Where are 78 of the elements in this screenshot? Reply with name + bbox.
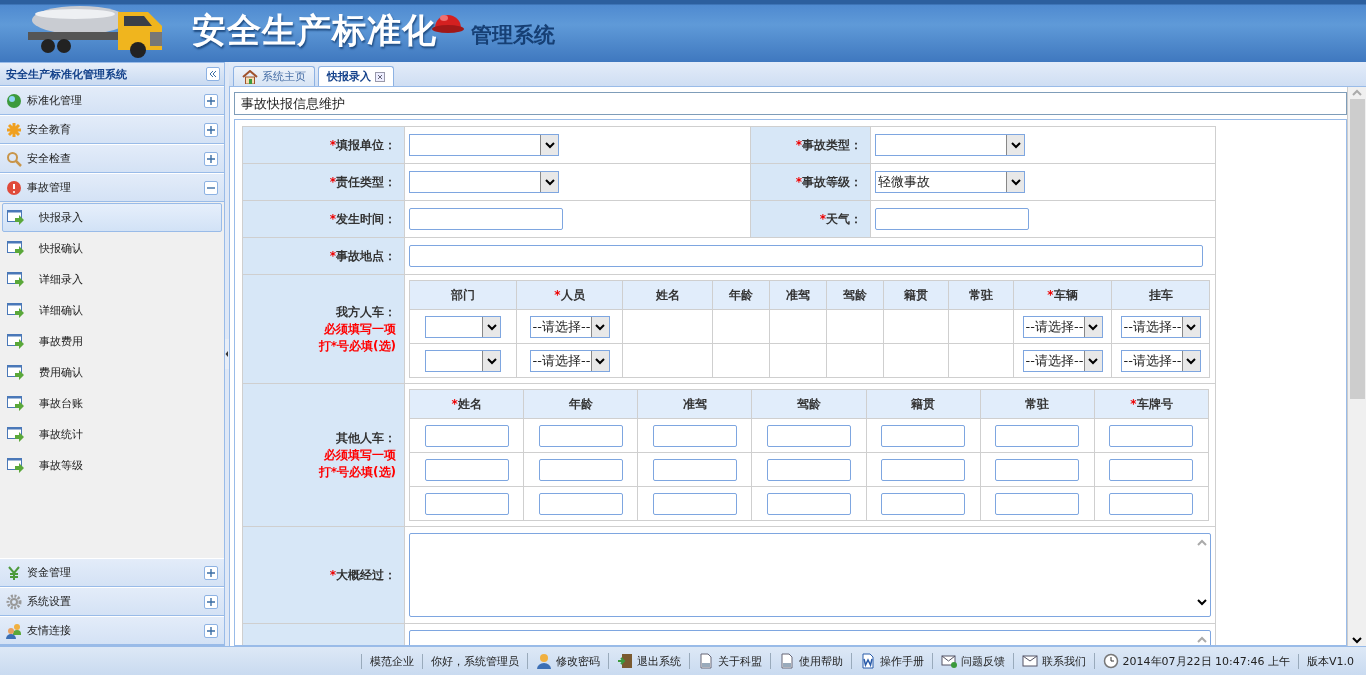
status-text: 问题反馈 (960, 653, 1005, 669)
sidebar-item[interactable]: 快报确认 (2, 234, 222, 263)
dropdown[interactable]: 轻微事故 (875, 171, 1025, 193)
status-text: 退出系统 (636, 653, 681, 669)
app-title: 安全生产标准化 (192, 9, 437, 52)
status-text: 关于科盟 (717, 653, 762, 669)
sidebar-item[interactable]: 事故统计 (2, 420, 222, 449)
column-header: 准驾 (769, 280, 827, 310)
required-note: 必须填写一项 (323, 446, 396, 464)
status-text: 版本V1.0 (1306, 653, 1354, 669)
status-item[interactable]: 联系我们 (1012, 653, 1094, 669)
status-item[interactable]: 使用帮助 (769, 653, 851, 669)
status-text: 修改密码 (555, 653, 600, 669)
field-label: *事故类型： (795, 137, 862, 152)
dropdown[interactable]: --请选择-- (529, 349, 610, 372)
column-header: *车牌号 (1094, 389, 1209, 419)
dropdown[interactable]: --请选择-- (1120, 315, 1201, 338)
column-header: 常驻 (948, 280, 1014, 310)
sidebar-section[interactable]: 标准化管理 (0, 86, 224, 115)
column-header: *车辆 (1013, 280, 1112, 310)
sidebar-item[interactable]: 事故费用 (2, 327, 222, 356)
column-header: 年龄 (523, 389, 638, 419)
column-header: 驾龄 (751, 389, 867, 419)
column-header: 驾龄 (826, 280, 884, 310)
field-label: *责任类型： (329, 174, 396, 189)
field-label: *事故等级： (795, 174, 862, 189)
column-header: 籍贯 (866, 389, 981, 419)
field-label: *发生时间： (329, 211, 396, 226)
column-header: 常驻 (980, 389, 1095, 419)
sidebar-item[interactable]: 快报录入 (2, 203, 222, 232)
dropdown[interactable]: --请选择-- (1022, 315, 1103, 338)
status-item[interactable]: 操作手册 (850, 653, 932, 669)
sidebar-section[interactable]: 安全教育 (0, 115, 224, 144)
sidebar-section[interactable]: 安全检查 (0, 144, 224, 173)
sidebar-section[interactable]: 友情连接 (0, 616, 224, 645)
sidebar-section[interactable]: 事故管理 (0, 173, 224, 202)
sidebar-section[interactable]: 系统设置 (0, 587, 224, 616)
status-text: 联系我们 (1041, 653, 1086, 669)
status-item[interactable]: 问题反馈 (931, 653, 1013, 669)
status-text: 2014年07月22日 10:47:46 上午 (1122, 653, 1290, 669)
dropdown[interactable]: --请选择-- (529, 315, 610, 338)
status-item[interactable]: 关于科盟 (688, 653, 770, 669)
column-header: 准驾 (637, 389, 752, 419)
column-header: 年龄 (712, 280, 770, 310)
tab[interactable]: 系统主页 (233, 66, 315, 86)
status-item[interactable]: 修改密码 (526, 653, 608, 669)
status-text: 操作手册 (879, 653, 924, 669)
field-label: 我方人车： (336, 304, 396, 319)
sidebar-section[interactable]: 资金管理 (0, 558, 224, 587)
field-label: *事故地点： (329, 248, 396, 263)
sidebar-item[interactable]: 事故等级 (2, 451, 222, 480)
dropdown[interactable]: --请选择-- (1022, 349, 1103, 372)
sidebar-item[interactable]: 费用确认 (2, 358, 222, 387)
sidebar-item[interactable]: 详细录入 (2, 265, 222, 294)
required-note: 必须填写一项 (323, 320, 396, 338)
dropdown[interactable]: --请选择-- (1120, 349, 1201, 372)
status-text: 你好，系统管理员 (430, 653, 519, 669)
sidebar-item[interactable]: 事故台账 (2, 389, 222, 418)
column-header: *姓名 (409, 389, 524, 419)
sidebar-item[interactable]: 详细确认 (2, 296, 222, 325)
required-note: 打*号必填(选) (317, 463, 396, 481)
column-header: 挂车 (1111, 280, 1210, 310)
field-label: 其他人车： (336, 430, 396, 445)
status-item[interactable]: 退出系统 (607, 653, 689, 669)
field-label: *大概经过： (329, 567, 396, 582)
column-header: *人员 (516, 280, 623, 310)
field-label: *填报单位： (329, 137, 396, 152)
column-header: 部门 (409, 280, 517, 310)
app-subtitle: 管理系统 (471, 22, 555, 49)
tab[interactable]: 快报录入 (318, 66, 394, 86)
field-label: *天气： (819, 211, 862, 226)
required-note: 打*号必填(选) (317, 337, 396, 355)
column-header: 姓名 (622, 280, 713, 310)
column-header: 籍贯 (883, 280, 949, 310)
status-text: 使用帮助 (798, 653, 843, 669)
page-title: 事故快报信息维护 (234, 92, 1347, 115)
sidebar-title: 安全生产标准化管理系统 (6, 66, 127, 82)
status-text: 模范企业 (369, 653, 414, 669)
